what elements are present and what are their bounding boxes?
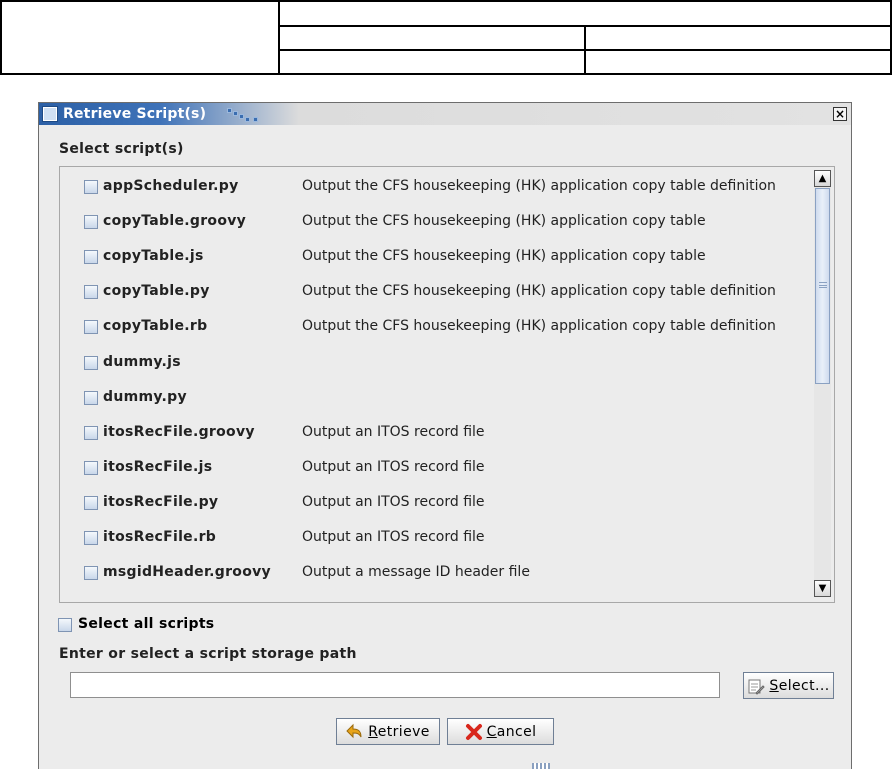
script-row[interactable]: dummy.py [60,386,815,410]
script-checkbox[interactable] [84,180,98,194]
script-description: Output a message ID header file [302,564,530,581]
background-fragment [532,763,550,769]
select-all-checkbox[interactable] [58,618,72,632]
script-checkbox[interactable] [84,460,98,475]
script-checkbox[interactable] [84,250,98,265]
retrieve-button[interactable]: Retrieve [336,718,440,745]
script-path-input[interactable] [70,672,720,698]
script-row[interactable]: appScheduler.py Output the CFS housekeepi… [60,175,815,199]
script-row[interactable]: copyTable.groovy Output the CFS housekeep… [60,210,815,234]
script-description: Output an ITOS record file [302,493,485,510]
cancel-button-mnemonic: C [486,723,497,740]
script-description: Output the CFS housekeeping (HK) applica… [302,283,776,300]
folder-browse-icon [748,679,766,695]
script-name: copyTable.js [103,248,204,265]
cancel-button-label: ancel [496,723,537,740]
script-name: dummy.py [103,388,187,405]
script-name: appScheduler.py [103,178,239,194]
doc-table-cell [278,49,586,75]
script-description: Output the CFS housekeeping (HK) applica… [302,178,776,194]
script-checkbox[interactable] [84,495,98,510]
script-description: Output the CFS housekeeping (HK) applica… [302,318,776,335]
script-name: dummy.js [103,353,181,370]
script-list[interactable]: appScheduler.py Output the CFS housekeepi… [59,166,835,603]
doc-table-cell [278,0,892,27]
doc-table-cell [584,25,892,51]
script-name: copyTable.rb [103,318,208,335]
script-checkbox[interactable] [84,425,98,440]
script-row[interactable]: msgidHeader.groovy Output a message ID he… [60,561,815,585]
script-name: itosRecFile.rb [103,529,217,545]
script-checkbox[interactable] [84,531,98,545]
retrieve-button-mnemonic: R [368,723,378,740]
script-name: msgidHeader.groovy [103,564,271,581]
script-name: itosRecFile.js [103,458,213,475]
vertical-scrollbar[interactable]: ▲ ▼ [814,170,831,597]
dialog-title: Retrieve Script(s) [63,106,207,122]
retrieve-arrow-icon [346,723,362,738]
script-row[interactable]: itosRecFile.groovy Output an ITOS record … [60,421,815,445]
title-decoration [227,108,267,122]
script-name: itosRecFile.py [103,493,219,510]
script-checkbox[interactable] [84,320,98,335]
script-checkbox[interactable] [84,390,98,405]
scroll-up-icon[interactable]: ▲ [814,170,831,187]
script-row[interactable]: itosRecFile.py Output an ITOS record file [60,491,815,515]
script-description: Output an ITOS record file [302,529,485,545]
doc-table-cell [584,49,892,75]
doc-table-cell [278,25,586,51]
script-checkbox[interactable] [84,285,98,300]
select-button-label: elect... [778,677,830,694]
doc-table-cell [0,0,280,75]
scrollbar-grip-icon [819,282,827,288]
document-header-table [0,0,892,75]
script-row[interactable]: copyTable.rb Output the CFS housekeeping … [60,315,815,339]
script-description: Output the CFS housekeeping (HK) applica… [302,248,706,265]
script-name: copyTable.groovy [103,213,247,230]
cancel-button[interactable]: Cancel [447,718,554,745]
script-description: Output the CFS housekeeping (HK) applica… [302,213,706,230]
select-scripts-label: Select script(s) [59,141,184,157]
script-row[interactable]: copyTable.js Output the CFS housekeeping … [60,245,815,269]
script-row[interactable]: itosRecFile.js Output an ITOS record file [60,456,815,480]
script-description: Output an ITOS record file [302,423,485,440]
select-path-button[interactable]: Select... [743,672,834,699]
scroll-down-icon[interactable]: ▼ [814,580,831,597]
window-icon [42,106,58,122]
retrieve-scripts-dialog: Retrieve Script(s) × Select script(s) ap… [38,102,852,769]
script-row[interactable]: itosRecFile.rb Output an ITOS record file [60,526,815,550]
select-button-mnemonic: S [769,677,779,694]
script-checkbox[interactable] [84,215,98,230]
script-name: copyTable.py [103,283,210,300]
script-description: Output an ITOS record file [302,458,485,475]
script-row[interactable]: dummy.js [60,351,815,375]
select-all-label: Select all scripts [78,616,215,632]
script-name: itosRecFile.groovy [103,423,255,440]
red-x-icon [465,723,482,740]
script-checkbox[interactable] [84,566,98,581]
retrieve-button-label: etrieve [377,723,430,740]
script-row[interactable]: copyTable.py Output the CFS housekeeping … [60,280,815,304]
dialog-title-bar[interactable]: Retrieve Script(s) × [39,103,851,125]
script-checkbox[interactable] [84,355,98,370]
scrollbar-thumb[interactable] [815,188,830,384]
path-label: Enter or select a script storage path [59,646,357,662]
close-icon[interactable]: × [833,107,847,121]
